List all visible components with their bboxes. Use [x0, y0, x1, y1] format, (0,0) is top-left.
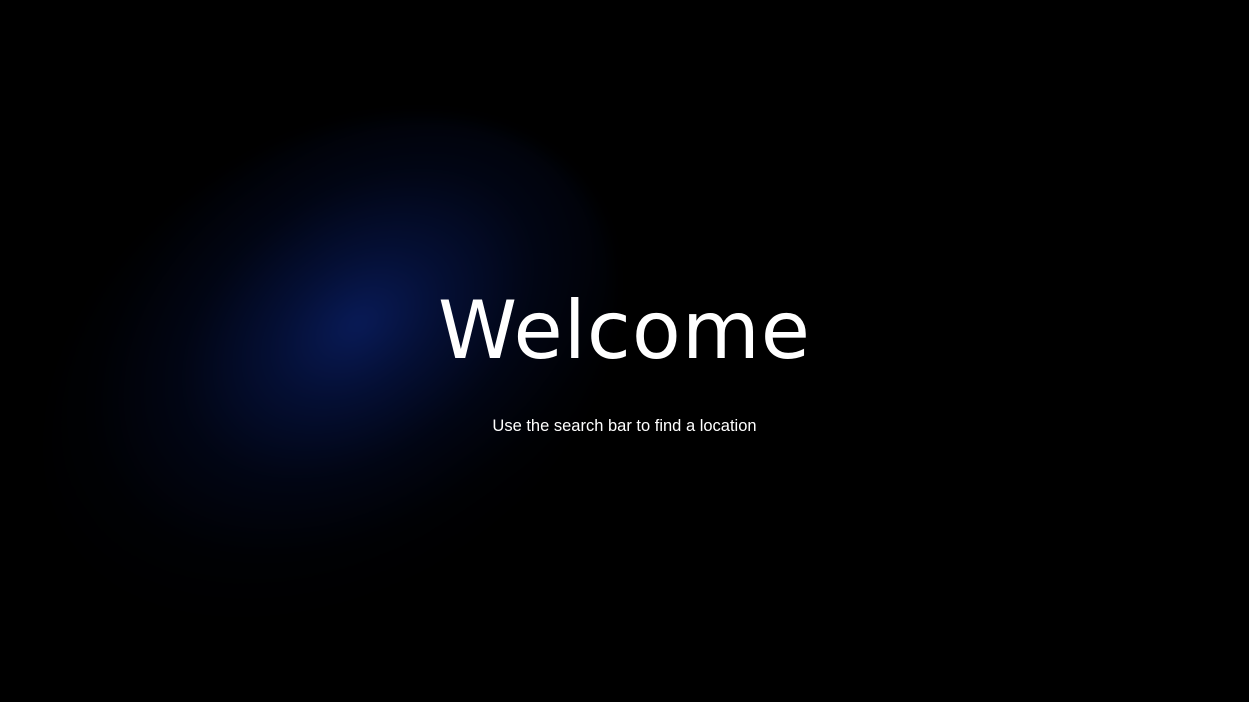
welcome-title: Welcome: [438, 284, 811, 377]
welcome-block: Welcome Use the search bar to find a loc…: [0, 0, 1249, 702]
welcome-screen: Welcome Use the search bar to find a loc…: [0, 0, 1249, 702]
welcome-subtitle: Use the search bar to find a location: [492, 417, 757, 435]
